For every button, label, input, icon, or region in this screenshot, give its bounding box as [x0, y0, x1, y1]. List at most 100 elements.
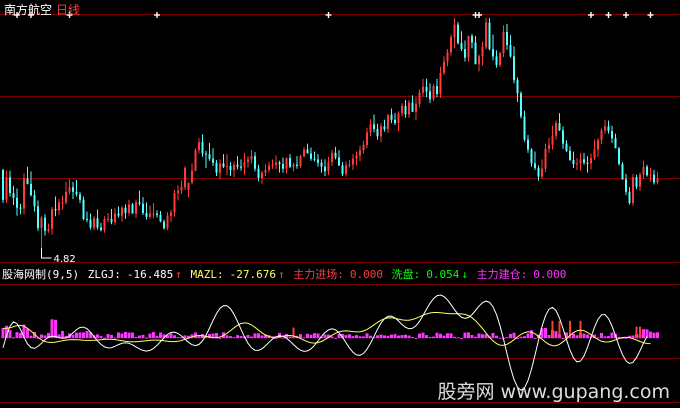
- jiancang-bar: [313, 333, 316, 339]
- jiancang-bar: [197, 336, 201, 339]
- candle-body: [460, 43, 463, 50]
- jiancang-bar: [582, 333, 586, 339]
- jiancang-bar: [393, 334, 397, 339]
- candle-body: [453, 24, 456, 38]
- candle-body: [100, 227, 102, 231]
- jiancang-bar: [71, 334, 75, 339]
- jiancang-bar: [260, 335, 264, 339]
- candle-body: [492, 49, 494, 57]
- candle-body: [467, 35, 470, 58]
- candle-body: [464, 49, 466, 58]
- candlestick-series: 4.82: [2, 18, 659, 265]
- indicator-panel: [1, 294, 659, 391]
- candle-body: [443, 61, 445, 73]
- candle-body: [635, 177, 638, 187]
- candle-body: [586, 162, 589, 164]
- jiancang-bar: [236, 335, 239, 339]
- candle-body: [506, 31, 508, 46]
- jiancang-bar: [15, 332, 19, 339]
- jiancang-bar: [425, 335, 428, 339]
- jiancang-bar: [40, 334, 43, 339]
- jiancang-bar: [505, 337, 509, 339]
- candle-body: [317, 159, 319, 163]
- candle-body: [313, 158, 316, 160]
- candle-body: [201, 142, 204, 154]
- candle-body: [565, 143, 568, 151]
- candle-body: [103, 218, 106, 231]
- jiancang-bar: [75, 332, 78, 339]
- candle-body: [345, 165, 347, 174]
- jiancang-bar: [600, 332, 603, 339]
- candle-body: [58, 202, 60, 211]
- jiancang-bar: [624, 337, 628, 339]
- candle-body: [86, 218, 88, 220]
- jiancang-bar: [106, 334, 110, 339]
- candle-body: [173, 193, 176, 213]
- jiancang-bar: [299, 334, 302, 339]
- candle-body: [425, 86, 428, 92]
- xipan-label: 洗盘:: [391, 268, 421, 281]
- jiancang-bar: [246, 335, 250, 339]
- jiancang-bar: [453, 336, 456, 339]
- candle-body: [285, 158, 288, 169]
- jiancang-bar: [449, 333, 453, 339]
- jiancang-bar: [649, 331, 652, 339]
- candle-body: [555, 123, 557, 136]
- candle-body: [121, 207, 123, 216]
- candle-body: [93, 218, 95, 228]
- candle-body: [12, 193, 15, 198]
- jiancang-bar: [586, 334, 589, 339]
- jiancang-bar: [334, 337, 337, 339]
- zlgj-arrow: ↑: [175, 268, 182, 281]
- jiancang-bar: [414, 338, 418, 340]
- jiancang-bar: [103, 337, 106, 339]
- candle-body: [177, 190, 179, 194]
- candle-body: [268, 165, 270, 171]
- jiancang-bar: [355, 335, 358, 339]
- candle-body: [278, 162, 281, 165]
- candle-body: [415, 103, 417, 112]
- jiancang-bar: [155, 335, 159, 339]
- candle-body: [513, 56, 515, 81]
- jiancang-bar: [358, 336, 362, 339]
- jiancang-bar: [498, 337, 502, 339]
- candle-body: [156, 213, 158, 215]
- candle-body: [418, 92, 421, 104]
- candle-body: [236, 164, 239, 167]
- candle-body: [422, 86, 424, 93]
- jiancang-bar: [442, 335, 446, 339]
- candle-body: [387, 114, 389, 130]
- candle-body: [310, 153, 312, 159]
- candle-body: [446, 52, 449, 62]
- jiancang-bar: [82, 332, 85, 339]
- jiancang-bar: [134, 336, 138, 339]
- candle-body: [394, 119, 396, 124]
- candle-body: [222, 163, 225, 167]
- jiancang-bar: [610, 332, 614, 339]
- candle-body: [54, 209, 57, 211]
- candle-body: [537, 168, 540, 177]
- jiancang-bar: [656, 332, 659, 339]
- jiancang-bar: [85, 330, 89, 339]
- candle-body: [436, 86, 438, 95]
- jiancang-bar: [369, 335, 372, 339]
- jiancang-bar: [523, 336, 526, 339]
- jiancang-bar: [512, 332, 516, 339]
- candle-body: [611, 131, 613, 139]
- candle-body: [194, 150, 197, 171]
- jiancang-bar: [159, 332, 162, 339]
- candle-body: [628, 191, 631, 204]
- jiancang-bar: [330, 336, 334, 339]
- candle-body: [117, 213, 120, 216]
- candle-body: [205, 153, 207, 155]
- candle-body: [331, 152, 333, 163]
- candle-body: [250, 156, 253, 160]
- jiancang-bar: [631, 335, 635, 339]
- candle-body: [649, 174, 652, 176]
- jiancang-bar: [435, 332, 439, 339]
- jiancang-bar: [467, 332, 470, 339]
- candle-body: [625, 179, 627, 192]
- candle-body: [114, 213, 116, 223]
- jiancang-bar: [607, 336, 610, 339]
- candle-body: [124, 207, 127, 213]
